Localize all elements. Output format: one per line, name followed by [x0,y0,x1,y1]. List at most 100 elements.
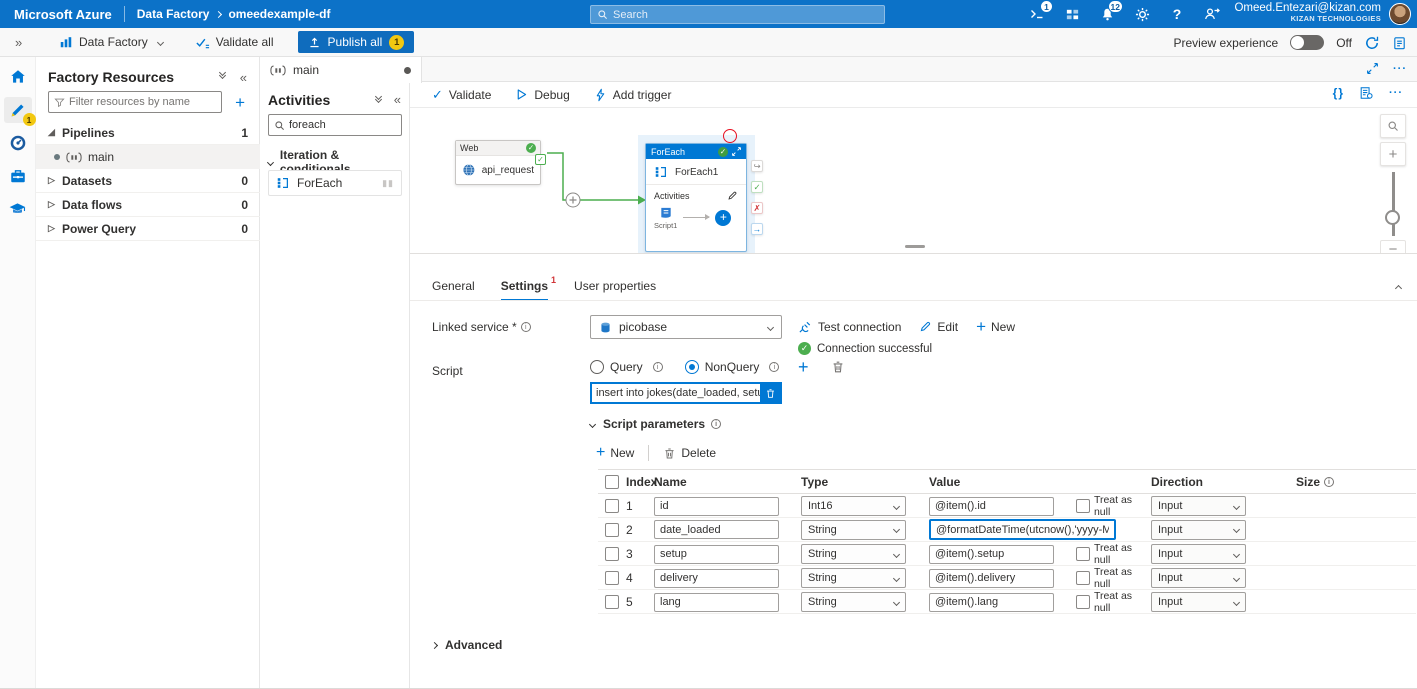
param-name-input[interactable] [654,520,779,539]
expand-canvas-icon[interactable] [1366,62,1379,75]
global-search[interactable] [590,5,885,24]
param-value-input[interactable] [929,497,1054,516]
failure-port-icon[interactable]: ✗ [751,202,763,214]
param-value-input-selected[interactable] [929,519,1116,540]
row-checkbox[interactable] [605,499,619,513]
row-checkbox[interactable] [605,571,619,585]
param-name-input[interactable] [654,497,779,516]
resource-filter[interactable] [48,91,222,113]
zoom-slider-handle[interactable] [1385,210,1400,225]
nav-author[interactable]: 1 [4,97,32,123]
expand-portal-menu-button[interactable]: » [15,35,41,50]
collapse-all-button[interactable] [376,94,381,102]
param-type-select[interactable]: String [801,544,906,564]
param-direction-select[interactable]: Input [1151,520,1246,540]
collapse-panel-button[interactable] [1396,280,1401,294]
param-direction-select[interactable]: Input [1151,592,1246,612]
zoom-out-button[interactable]: − [1380,240,1406,253]
param-name-input[interactable] [654,569,779,588]
treat-null-checkbox[interactable] [1076,499,1090,513]
zoom-slider-track[interactable] [1392,172,1395,236]
treat-null-checkbox[interactable] [1076,571,1090,585]
canvas-horizontal-scrollbar[interactable] [905,245,925,248]
tab-settings[interactable]: Settings 1 [501,279,548,301]
new-linked-service-button[interactable]: + New [976,318,1015,335]
delete-script-icon[interactable] [831,360,845,374]
pipeline-canvas[interactable]: Web ✓ api_request ✓ ForEach ✓ ForEach1 A… [410,108,1417,253]
select-all-checkbox[interactable] [605,475,619,489]
tree-datasets[interactable]: ▷ Datasets 0 [36,169,260,193]
global-search-input[interactable] [613,9,878,21]
param-name-input[interactable] [654,593,779,612]
script-text-field[interactable]: insert into jokes(date_loaded, setup, de… [590,382,782,404]
delete-script-row-button[interactable] [760,384,780,402]
breadcrumb-resource[interactable]: omeedexample-df [228,7,330,21]
query-radio[interactable]: Query [590,360,663,374]
help-button[interactable]: ? [1168,5,1186,23]
expanded-triangle-icon[interactable]: ◢ [48,127,62,138]
skip-port-icon[interactable]: ↪ [751,160,763,172]
code-view-icon[interactable]: { } [1333,86,1343,100]
resource-filter-input[interactable] [69,96,216,108]
properties-icon[interactable] [1359,86,1373,100]
row-checkbox[interactable] [605,595,619,609]
success-output-port[interactable]: ✓ [535,154,546,165]
param-direction-select[interactable]: Input [1151,544,1246,564]
add-inner-activity-button[interactable]: + [715,210,731,226]
delete-parameter-button[interactable]: Delete [663,446,716,460]
advanced-toggle[interactable]: Advanced [432,638,502,652]
add-script-button[interactable]: + [798,358,809,376]
param-direction-select[interactable]: Input [1151,568,1246,588]
param-name-input[interactable] [654,545,779,564]
add-trigger-button[interactable]: Add trigger [594,88,672,102]
script-parameters-toggle[interactable]: Script parameters [590,417,721,431]
param-type-select[interactable]: String [801,592,906,612]
edit-pencil-icon[interactable] [727,190,738,201]
collapse-panel-button[interactable]: « [394,92,401,107]
validate-all-button[interactable]: Validate all [195,35,274,50]
treat-null-checkbox[interactable] [1076,547,1090,561]
validate-button[interactable]: ✓ Validate [432,87,491,103]
data-factory-menu[interactable]: Data Factory [59,35,163,49]
settings-button[interactable] [1133,5,1151,23]
publish-all-button[interactable]: Publish all 1 [298,31,415,53]
feedback-form-icon[interactable] [1392,35,1407,51]
account-info[interactable]: Omeed.Entezari@kizan.com KIZAN TECHNOLOG… [1234,2,1381,23]
param-value-input[interactable] [929,569,1054,588]
test-connection-button[interactable]: Test connection [798,319,901,334]
param-type-select[interactable]: Int16 [801,496,906,516]
feedback-button[interactable] [1203,5,1221,23]
param-direction-select[interactable]: Input [1151,496,1246,516]
collapse-all-button[interactable] [220,70,225,78]
treat-null-checkbox[interactable] [1076,595,1090,609]
zoom-in-button[interactable]: + [1380,142,1406,166]
tree-dataflows[interactable]: ▷ Data flows 0 [36,193,260,217]
tree-powerquery[interactable]: ▷ Power Query 0 [36,217,260,241]
more-options-icon[interactable]: ··· [1389,87,1403,99]
nav-manage[interactable] [4,163,32,189]
more-options-icon[interactable]: ··· [1393,63,1407,75]
collapsed-triangle-icon[interactable]: ▷ [48,223,62,234]
tab-main[interactable]: main [260,57,422,83]
param-value-input[interactable] [929,545,1054,564]
drag-grip-icon[interactable]: ▮▮ [382,178,394,189]
treat-as-null[interactable]: Treat as null [1076,566,1151,590]
preview-experience-toggle[interactable] [1290,35,1324,50]
success-port-icon[interactable]: ✓ [751,181,763,193]
azure-brand[interactable]: Microsoft Azure [14,7,112,22]
add-resource-button[interactable]: + [235,93,245,113]
new-parameter-button[interactable]: + New [596,445,634,461]
nav-learning-center[interactable] [4,196,32,222]
directory-switch-button[interactable] [1063,5,1081,23]
param-type-select[interactable]: String [801,520,906,540]
edit-button[interactable]: Edit [919,320,958,334]
activity-foreach-item[interactable]: ForEach ▮▮ [268,170,402,196]
nav-home[interactable] [4,64,32,90]
web-activity-node[interactable]: Web ✓ api_request ✓ [455,140,541,185]
nav-monitor[interactable] [4,130,32,156]
treat-as-null[interactable]: Treat as null [1076,590,1151,614]
debug-button[interactable]: Debug [515,88,569,102]
cloud-shell-button[interactable]: 1 [1028,5,1046,23]
treat-as-null[interactable]: Treat as null [1076,542,1151,566]
tab-user-properties[interactable]: User properties [574,279,656,301]
